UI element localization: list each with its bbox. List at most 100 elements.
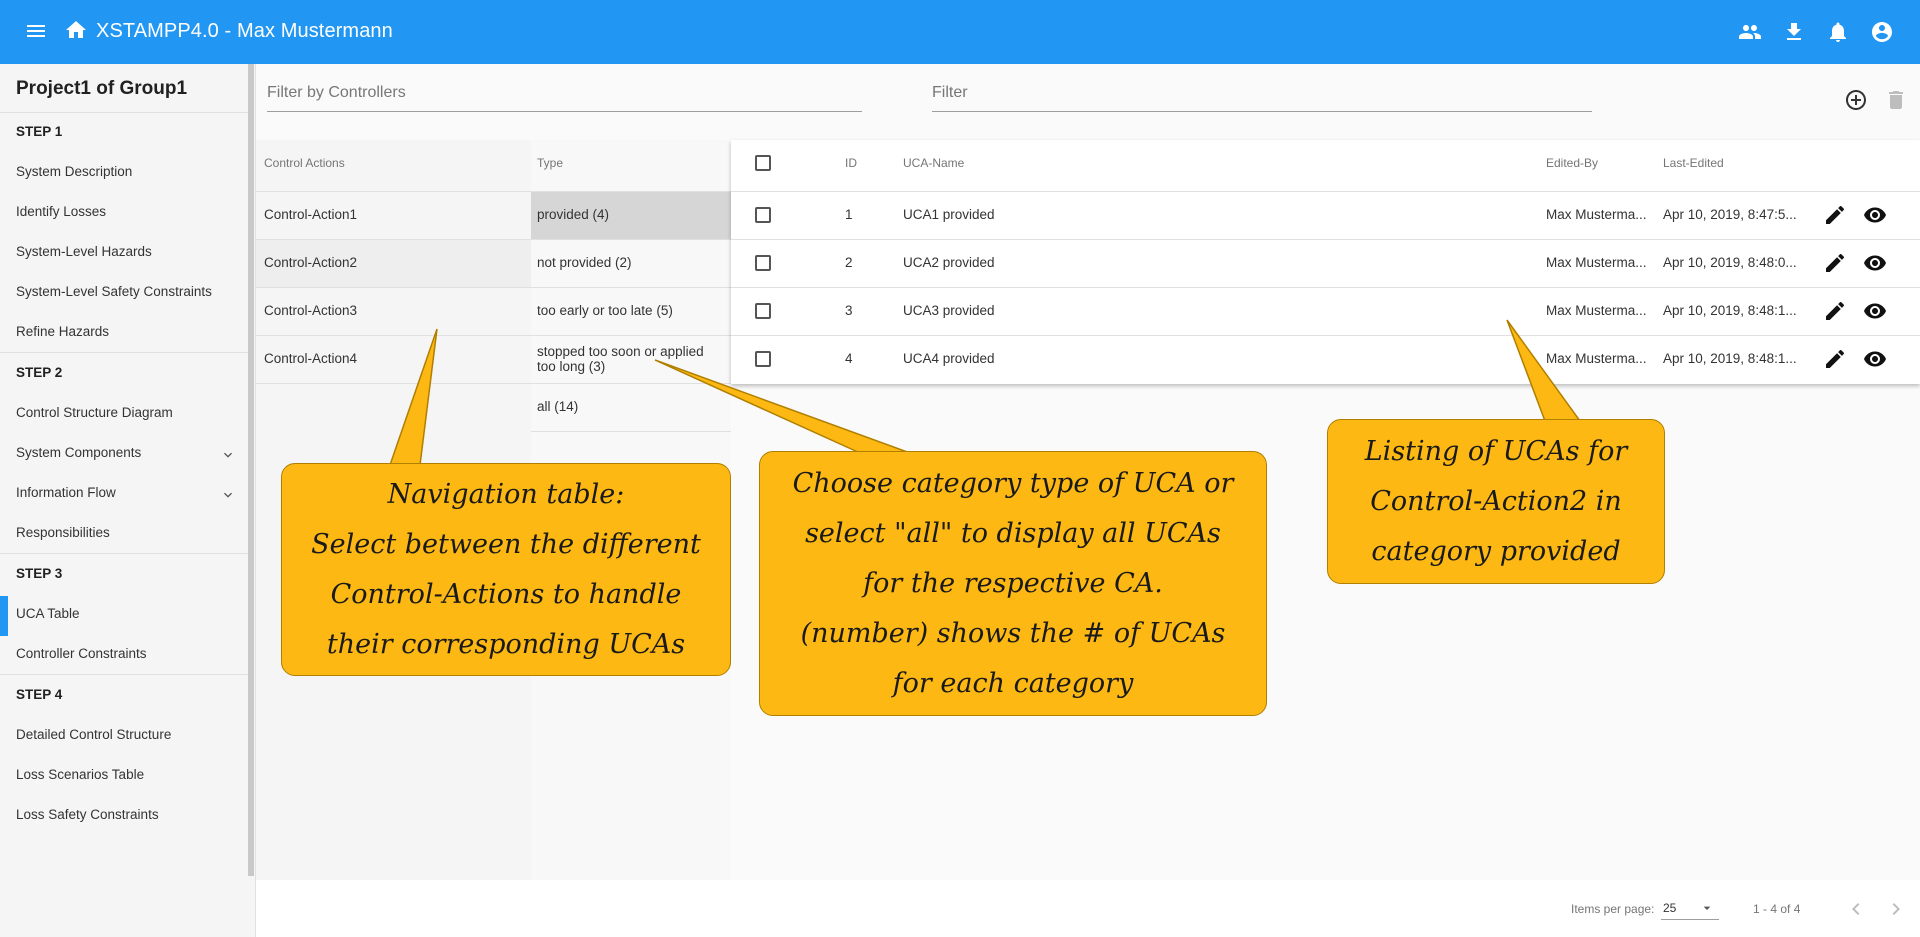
next-page-icon[interactable] (1884, 897, 1908, 921)
uca-edited-by: Max Musterma... (1546, 351, 1647, 366)
row-checkbox[interactable] (755, 351, 771, 367)
sidebar-item-uca-table[interactable]: UCA Table (16, 606, 236, 621)
menu-icon[interactable] (24, 19, 48, 43)
id-header: ID (845, 156, 857, 170)
uca-edited-by: Max Musterma... (1546, 207, 1647, 222)
row-checkbox[interactable] (755, 303, 771, 319)
sidebar-scrollbar[interactable] (248, 64, 254, 876)
download-icon[interactable] (1782, 20, 1806, 44)
uca-id: 4 (845, 351, 853, 366)
divider (731, 239, 1920, 240)
type-not-provided[interactable]: not provided (2) (537, 255, 632, 270)
callout-line: Select between the different (311, 528, 701, 560)
callout-line: Choose category type of UCA or (792, 467, 1234, 499)
sidebar-item-system-components[interactable]: System Components (16, 445, 236, 460)
last-edited-header: Last-Edited (1663, 156, 1724, 170)
uca-last-edited: Apr 10, 2019, 8:47:5... (1663, 207, 1797, 222)
sidebar-item-responsibilities[interactable]: Responsibilities (16, 525, 236, 540)
control-action-1[interactable]: Control-Action1 (264, 207, 357, 222)
uca-id: 1 (845, 207, 853, 222)
notifications-icon[interactable] (1826, 20, 1850, 44)
delete-icon[interactable] (1884, 88, 1908, 112)
filter-input[interactable]: Filter (932, 80, 1592, 112)
sidebar-item-identify-losses[interactable]: Identify Losses (16, 204, 236, 219)
sidebar-item-system-level-safety-constraints[interactable]: System-Level Safety Constraints (16, 284, 236, 299)
paginator: Items per page: 25 1 - 4 of 4 (256, 880, 1920, 937)
page-range: 1 - 4 of 4 (1753, 902, 1801, 916)
control-action-4[interactable]: Control-Action4 (264, 351, 357, 366)
divider (731, 335, 1920, 336)
account-icon[interactable] (1870, 20, 1894, 44)
callout-line: for each category (892, 667, 1134, 699)
step-3-heading: STEP 3 (16, 566, 63, 581)
sidebar-item-control-structure-diagram[interactable]: Control Structure Diagram (16, 405, 236, 420)
uca-last-edited: Apr 10, 2019, 8:48:1... (1663, 351, 1797, 366)
listing-callout: Listing of UCAs for Control-Action2 in c… (1327, 419, 1665, 584)
step-1-heading: STEP 1 (16, 124, 63, 139)
divider (256, 335, 531, 336)
sidebar-item-information-flow[interactable]: Information Flow (16, 485, 236, 500)
sidebar-item-system-description[interactable]: System Description (16, 164, 236, 179)
divider (731, 191, 1920, 192)
sidebar-divider (0, 674, 248, 675)
view-icon[interactable] (1863, 203, 1887, 227)
divider (531, 287, 731, 288)
edited-by-header: Edited-By (1546, 156, 1599, 170)
group-icon[interactable] (1738, 20, 1762, 44)
edit-icon[interactable] (1823, 203, 1847, 227)
add-circle-icon[interactable] (1844, 88, 1868, 112)
type-all[interactable]: all (14) (537, 399, 578, 414)
controllers-filter-input[interactable]: Filter by Controllers (267, 80, 862, 112)
row-checkbox[interactable] (755, 207, 771, 223)
callout-line: Listing of UCAs for (1364, 435, 1628, 467)
callout-line: Control-Actions to handle (330, 578, 682, 610)
step-2-heading: STEP 2 (16, 365, 63, 380)
control-action-3[interactable]: Control-Action3 (264, 303, 357, 318)
view-icon[interactable] (1863, 347, 1887, 371)
uca-last-edited: Apr 10, 2019, 8:48:0... (1663, 255, 1797, 270)
callout-line: select "all" to display all UCAs (805, 517, 1221, 549)
callout-line: (number) shows the # of UCAs (800, 617, 1226, 649)
chevron-down-icon[interactable] (220, 447, 236, 463)
home-icon[interactable] (64, 18, 88, 42)
edit-icon[interactable] (1823, 251, 1847, 275)
divider (256, 239, 531, 240)
sidebar-item-loss-safety-constraints[interactable]: Loss Safety Constraints (16, 807, 236, 822)
divider (531, 383, 731, 384)
uca-last-edited: Apr 10, 2019, 8:48:1... (1663, 303, 1797, 318)
sidebar-divider (0, 553, 248, 554)
uca-name-header: UCA-Name (903, 156, 965, 170)
uca-edited-by: Max Musterma... (1546, 303, 1647, 318)
chevron-down-icon[interactable] (220, 487, 236, 503)
row-checkbox[interactable] (755, 255, 771, 271)
uca-id: 2 (845, 255, 853, 270)
items-per-page-label: Items per page: (1571, 902, 1655, 916)
type-too-early-or-too-late[interactable]: too early or too late (5) (537, 303, 673, 318)
category-callout: Choose category type of UCA or select "a… (759, 451, 1267, 716)
divider (531, 431, 731, 432)
sidebar-item-detailed-control-structure[interactable]: Detailed Control Structure (16, 727, 236, 742)
divider (256, 383, 531, 384)
uca-name: UCA4 provided (903, 351, 995, 366)
sidebar-divider (0, 112, 248, 113)
previous-page-icon[interactable] (1844, 897, 1868, 921)
uca-name: UCA3 provided (903, 303, 995, 318)
view-icon[interactable] (1863, 299, 1887, 323)
edit-icon[interactable] (1823, 347, 1847, 371)
sidebar-item-system-level-hazards[interactable]: System-Level Hazards (16, 244, 236, 259)
items-per-page-select[interactable]: 25 (1661, 896, 1719, 920)
sidebar-item-loss-scenarios-table[interactable]: Loss Scenarios Table (16, 767, 236, 782)
callout-line: category provided (1371, 535, 1621, 567)
view-icon[interactable] (1863, 251, 1887, 275)
uca-edited-by: Max Musterma... (1546, 255, 1647, 270)
sidebar-divider (0, 352, 248, 353)
select-all-checkbox[interactable] (755, 155, 771, 171)
divider (531, 239, 731, 240)
callout-line: Navigation table: (387, 478, 625, 510)
edit-icon[interactable] (1823, 299, 1847, 323)
type-stopped-too-soon[interactable]: stopped too soon or applied too long (3) (537, 344, 717, 374)
sidebar-item-refine-hazards[interactable]: Refine Hazards (16, 324, 236, 339)
type-provided[interactable]: provided (4) (537, 207, 609, 222)
control-action-2[interactable]: Control-Action2 (264, 255, 357, 270)
sidebar-item-controller-constraints[interactable]: Controller Constraints (16, 646, 236, 661)
